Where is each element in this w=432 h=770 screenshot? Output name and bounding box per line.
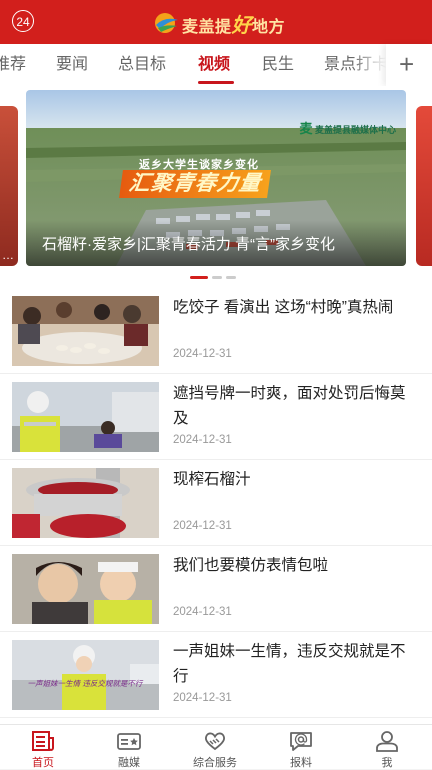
news-title: 遮挡号牌一时爽，面对处罚后悔莫及: [173, 385, 406, 427]
tab-news[interactable]: 要闻: [56, 44, 88, 86]
media-card-icon: [117, 733, 141, 750]
nav-me[interactable]: 我: [344, 725, 430, 769]
tab-fade: [352, 44, 386, 86]
banner-caption: 石榴籽·爱家乡|汇聚青春活力 青“言”家乡变化: [26, 220, 406, 266]
chat-at-icon: [290, 732, 312, 751]
news-date: 2024-12-31: [173, 606, 232, 618]
app-header: 24 麦盖提好地方: [0, 0, 432, 44]
tab-goals[interactable]: 总目标: [118, 44, 166, 86]
banner-brand: 麦 麦盖提县融媒体中心: [299, 121, 396, 136]
news-date: 2024-12-31: [173, 434, 232, 446]
tab-video[interactable]: 视频: [198, 44, 230, 86]
nav-services[interactable]: 综合服务: [172, 725, 258, 769]
banner-carousel[interactable]: … 麦 麦盖提县融媒体中心 返乡大学生谈家乡变化 汇聚青春力量 石榴籽·爱家乡|…: [0, 86, 432, 288]
anniversary-badge-icon[interactable]: 24: [12, 10, 34, 32]
pomegranate-juicer-photo: [12, 468, 159, 538]
thumb-caption: 一声姐妹一生情 违反交规就是不行: [28, 679, 144, 688]
nav-media[interactable]: 融媒: [86, 725, 172, 769]
traffic-police-photo: [12, 382, 159, 452]
carousel-dot: [212, 276, 222, 279]
nav-report[interactable]: 报料: [258, 725, 344, 769]
dumplings-photo: [12, 296, 159, 366]
banner-overlay-title: 返乡大学生谈家乡变化 汇聚青春力量: [119, 156, 311, 204]
add-channel-button[interactable]: +: [386, 44, 432, 86]
news-date: 2024-12-31: [173, 692, 232, 704]
news-item[interactable]: 遮挡号牌一时爽，面对处罚后悔莫及 2024-12-31: [0, 374, 432, 460]
news-item[interactable]: 一声姐妹一生情 违反交规就是不行 一声姐妹一生情，违反交规就是不行 2024-1…: [0, 632, 432, 718]
active-tab-indicator: [198, 81, 234, 84]
prev-slide-peek[interactable]: …: [0, 106, 18, 266]
logo-text: 麦盖提好地方: [182, 14, 286, 37]
news-title: 吃饺子 看演出 这场“村晚”真热闹: [173, 299, 394, 316]
news-title: 一声姐妹一生情，违反交规就是不行: [173, 643, 406, 685]
news-item[interactable]: 吃饺子 看演出 这场“村晚”真热闹 2024-12-31: [0, 288, 432, 374]
news-item[interactable]: 我们也要模仿表情包啦 2024-12-31: [0, 546, 432, 632]
news-title: 我们也要模仿表情包啦: [173, 557, 329, 574]
next-slide-peek[interactable]: [416, 106, 432, 266]
newspaper-icon: [32, 731, 54, 751]
meme-faces-photo: [12, 554, 159, 624]
news-item[interactable]: 现榨石榴汁 2024-12-31: [0, 460, 432, 546]
news-date: 2024-12-31: [173, 520, 232, 532]
carousel-dot: [226, 276, 236, 279]
police-officer-photo: 一声姐妹一生情 违反交规就是不行: [12, 640, 159, 710]
news-title: 现榨石榴汁: [173, 471, 251, 488]
logo-mark-icon: [155, 13, 178, 33]
app-logo: 麦盖提好地方: [154, 9, 285, 37]
carousel-dot-active: [190, 276, 208, 279]
plus-icon: +: [399, 49, 415, 79]
handshake-heart-icon: [204, 732, 226, 751]
news-date: 2024-12-31: [173, 348, 232, 360]
tab-livelihood[interactable]: 民生: [262, 44, 294, 86]
channel-tabs: 推荐 要闻 总目标 视频 民生 景点打卡 +: [0, 44, 432, 87]
bottom-nav: 首页 融媒 综合服务 报料 我: [0, 724, 432, 769]
tab-recommend[interactable]: 推荐: [0, 44, 26, 86]
banner-slide[interactable]: 麦 麦盖提县融媒体中心 返乡大学生谈家乡变化 汇聚青春力量 石榴籽·爱家乡|汇聚…: [26, 90, 406, 266]
user-icon: [376, 731, 398, 752]
news-list: 吃饺子 看演出 这场“村晚”真热闹 2024-12-31 遮挡号牌一时爽，面对处…: [0, 288, 432, 724]
nav-home[interactable]: 首页: [0, 725, 86, 769]
